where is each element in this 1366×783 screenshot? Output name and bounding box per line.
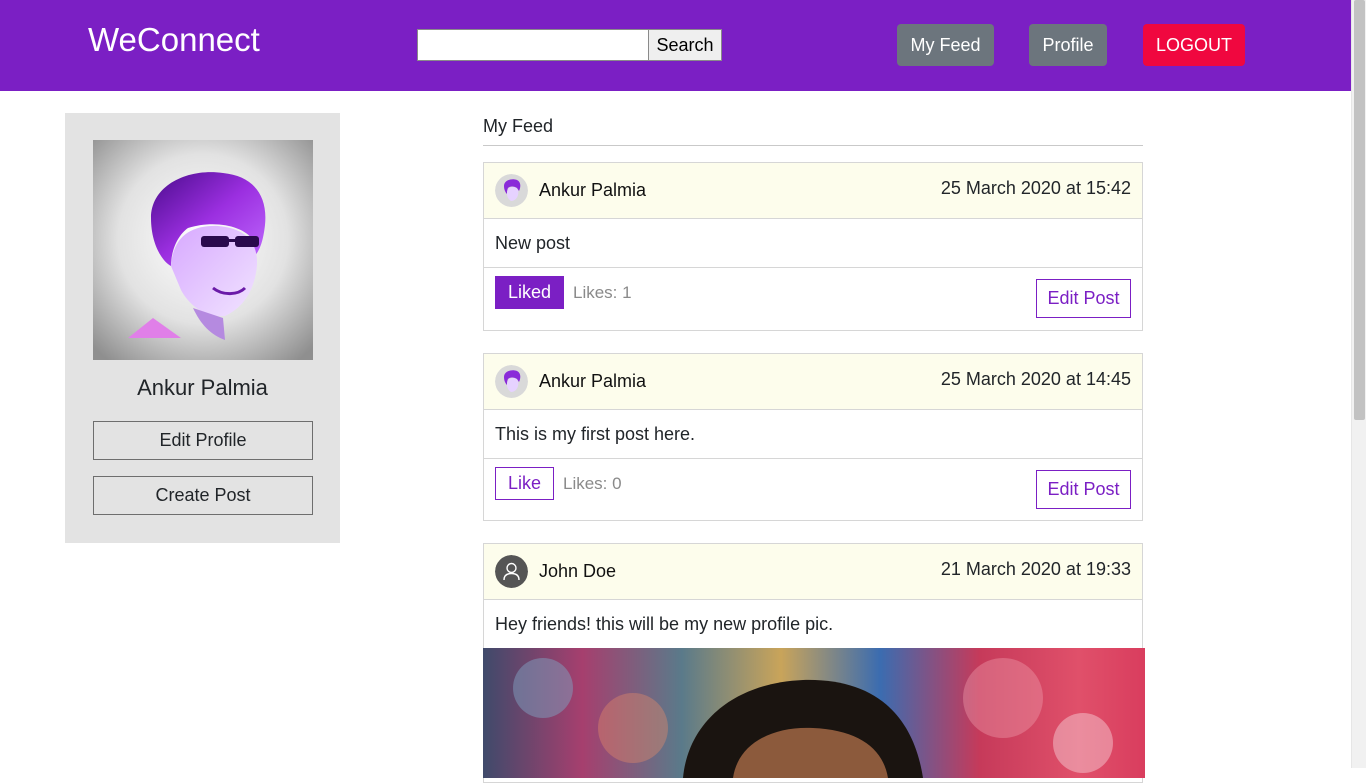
like-button[interactable]: Like <box>495 467 555 500</box>
post-card: John Doe 21 March 2020 at 19:33 Hey frie… <box>483 543 1145 783</box>
profile-name: Ankur Palmia <box>137 375 268 400</box>
profile-card: Ankur Palmia Edit Profile Create Post <box>65 113 340 543</box>
author-avatar[interactable] <box>495 365 528 398</box>
post-photo-image <box>483 648 1145 778</box>
post-footer: Liked Likes: 1 Edit Post <box>484 268 1142 330</box>
likes-count: Likes: 1 <box>573 283 632 302</box>
post-text: New post <box>484 219 1142 268</box>
edit-profile-button[interactable]: Edit Profile <box>93 421 313 460</box>
post-date: 21 March 2020 at 19:33 <box>940 559 1131 579</box>
navbar: WeConnect Search My Feed Profile LOGOUT <box>0 0 1351 91</box>
post-date: 25 March 2020 at 14:45 <box>940 369 1131 389</box>
edit-post-button[interactable]: Edit Post <box>1036 279 1131 318</box>
post-footer: Like Likes: 0 Edit Post <box>484 459 1142 521</box>
post-header: John Doe 21 March 2020 at 19:33 <box>484 544 1142 600</box>
profile-picture <box>93 140 313 360</box>
profile-portrait-image <box>93 140 313 360</box>
post-author[interactable]: John Doe <box>539 561 616 582</box>
post-card: Ankur Palmia 25 March 2020 at 14:45 This… <box>483 353 1143 521</box>
page-scrollbar[interactable] <box>1351 0 1366 768</box>
search-input[interactable] <box>417 29 649 61</box>
default-user-icon <box>495 555 528 588</box>
post-header: Ankur Palmia 25 March 2020 at 15:42 <box>484 163 1142 219</box>
post-card: Ankur Palmia 25 March 2020 at 15:42 New … <box>483 162 1143 331</box>
stylized-portrait-avatar-icon <box>495 365 528 398</box>
stylized-portrait-avatar-icon <box>495 174 528 207</box>
scrollbar-thumb[interactable] <box>1354 0 1365 420</box>
profile-button[interactable]: Profile <box>1029 24 1107 66</box>
likes-count: Likes: 0 <box>563 474 622 493</box>
feed-title: My Feed <box>483 116 1143 146</box>
liked-button[interactable]: Liked <box>495 276 565 309</box>
create-post-button[interactable]: Create Post <box>93 476 313 515</box>
post-author[interactable]: Ankur Palmia <box>539 180 646 201</box>
author-avatar[interactable] <box>495 555 528 588</box>
edit-post-button[interactable]: Edit Post <box>1036 470 1131 509</box>
post-photo <box>483 648 1145 778</box>
post-text: Hey friends! this will be my new profile… <box>495 614 834 634</box>
post-header: Ankur Palmia 25 March 2020 at 14:45 <box>484 354 1142 410</box>
post-author[interactable]: Ankur Palmia <box>539 371 646 392</box>
post-text: This is my first post here. <box>484 410 1142 459</box>
brand-logo[interactable]: WeConnect <box>88 20 260 60</box>
post-date: 25 March 2020 at 15:42 <box>940 178 1131 198</box>
search-button[interactable]: Search <box>648 29 722 61</box>
my-feed-button[interactable]: My Feed <box>897 24 994 66</box>
logout-button[interactable]: LOGOUT <box>1143 24 1245 66</box>
author-avatar[interactable] <box>495 174 528 207</box>
